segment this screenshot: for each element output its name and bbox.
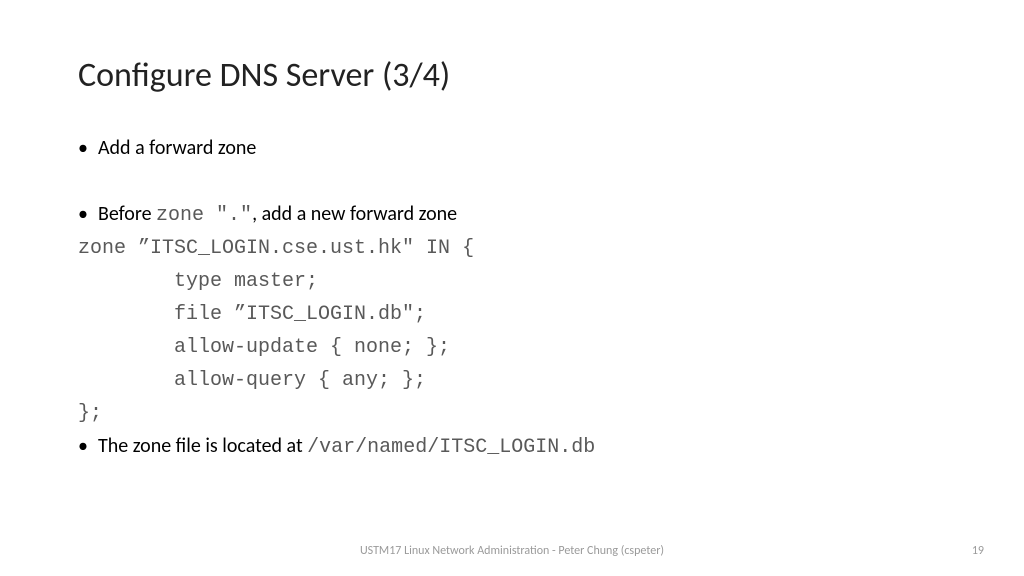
bullet-1: • Add a forward zone (78, 132, 946, 165)
bullet-3-text: The zone file is located at /var/named/I… (98, 430, 595, 464)
bullet-marker: • (78, 198, 98, 231)
bullet-1-text: Add a forward zone (98, 132, 256, 165)
bullet-3-before: The zone file is located at (98, 434, 307, 458)
slide-content: • Add a forward zone • Before zone ".", … (78, 132, 946, 464)
bullet-2-code: zone "." (156, 204, 252, 227)
code-block: zone ”ITSC_LOGIN.cse.ust.hk" IN { type m… (78, 232, 946, 430)
bullet-2-before: Before (98, 202, 156, 226)
page-number: 19 (972, 544, 984, 558)
bullet-3: • The zone file is located at /var/named… (78, 430, 946, 464)
bullet-3-code: /var/named/ITSC_LOGIN.db (307, 436, 595, 459)
bullet-2-after: , add a new forward zone (252, 202, 457, 226)
bullet-2-text: Before zone ".", add a new forward zone (98, 198, 457, 232)
bullet-marker: • (78, 132, 98, 165)
bullet-marker: • (78, 430, 98, 463)
slide-title: Configure DNS Server (3/4) (78, 55, 946, 96)
bullet-2: • Before zone ".", add a new forward zon… (78, 198, 946, 232)
footer-text: USTM17 Linux Network Administration - Pe… (0, 544, 1024, 558)
